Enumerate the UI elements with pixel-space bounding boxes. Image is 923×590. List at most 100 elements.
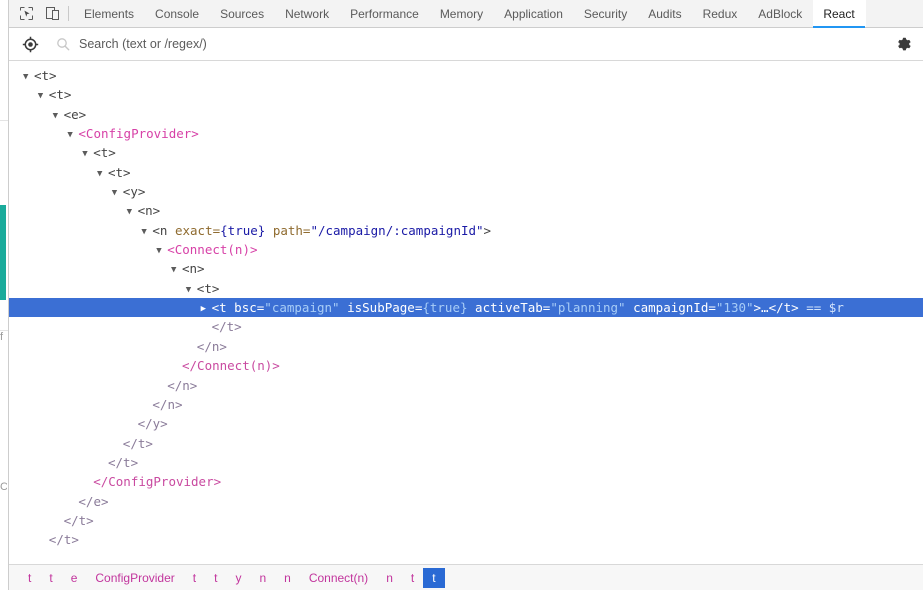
breadcrumb-item[interactable]: ConfigProvider: [86, 568, 183, 588]
tree-node[interactable]: ▼ <n exact={true} path="/campaign/:campai…: [9, 221, 923, 240]
tree-open-tag: <t: [211, 300, 227, 316]
tree-node[interactable]: ▼ <ConfigProvider>: [9, 124, 923, 143]
breadcrumb-item[interactable]: t: [402, 568, 423, 588]
tab-label: Sources: [220, 6, 265, 21]
tree-close-tag: </t>: [63, 512, 94, 528]
attr-name: isSubPage=: [339, 300, 423, 316]
attr-value: {true}: [220, 222, 266, 238]
react-component-tree[interactable]: ▼ <t> ▼ <t> ▼ <e> ▼ <ConfigProvider> ▼ <t> ▼ <t> ▼ <y…: [9, 61, 923, 564]
tab-audits[interactable]: Audits: [638, 0, 692, 27]
toolbar-divider: [68, 6, 69, 21]
tree-node[interactable]: ▼ <n>: [9, 201, 923, 220]
tree-node[interactable]: ▼ <t>: [9, 163, 923, 182]
tab-react[interactable]: React: [813, 0, 866, 28]
breadcrumb-item[interactable]: Connect(n): [300, 568, 377, 588]
breadcrumb: t t e ConfigProvider t t y n n Connect(n) n t t: [9, 564, 923, 590]
tree-open-tag: <t>: [108, 164, 131, 180]
breadcrumb-item[interactable]: t: [184, 568, 205, 588]
tree-open-tag: <t>: [93, 145, 116, 161]
tree-close-tag: </n>: [167, 377, 198, 393]
tree-node[interactable]: ▼</e>: [9, 492, 923, 511]
tab-label: Application: [504, 6, 563, 21]
page-ghost-text: C: [0, 482, 7, 493]
tab-label: Audits: [648, 6, 682, 21]
breadcrumb-item[interactable]: y: [226, 568, 250, 588]
tree-close-tag: </t>: [108, 454, 139, 470]
tree-node[interactable]: ▼</y>: [9, 414, 923, 433]
breadcrumb-item[interactable]: e: [62, 568, 87, 588]
tree-close-component: </Connect(n)>: [182, 358, 280, 374]
tree-open-tag: <t>: [196, 280, 220, 296]
tree-open-tag: <n>: [137, 203, 161, 219]
tree-close-tag: </t>: [48, 532, 79, 548]
tab-adblock[interactable]: AdBlock: [748, 0, 813, 27]
tree-close-tag: </y>: [137, 416, 168, 432]
tree-node[interactable]: ▼ <t>: [9, 279, 923, 298]
breadcrumb-item[interactable]: n: [275, 568, 300, 588]
attr-value: "/campaign/:campaignId": [310, 222, 484, 238]
tree-close-tag: </n>: [152, 396, 183, 412]
breadcrumb-item[interactable]: t: [19, 568, 40, 588]
tree-node[interactable]: ▼ <t>: [9, 85, 923, 104]
tab-application[interactable]: Application: [494, 0, 574, 27]
attr-name: bsc=: [226, 300, 265, 316]
tree-node[interactable]: ▼</Connect(n)>: [9, 356, 923, 375]
attr-value: "campaign": [264, 300, 340, 316]
tree-node[interactable]: ▼</ConfigProvider>: [9, 472, 923, 491]
tree-node[interactable]: ▼ <Connect(n)>: [9, 240, 923, 259]
breadcrumb-item[interactable]: t: [40, 568, 61, 588]
breadcrumb-item[interactable]: n: [250, 568, 275, 588]
tab-console[interactable]: Console: [145, 0, 210, 27]
breadcrumb-item[interactable]: t: [423, 567, 445, 588]
search-toolbar: [9, 28, 923, 61]
tab-label: Elements: [84, 6, 135, 21]
tree-node[interactable]: ▼ <n>: [9, 259, 923, 278]
tab-label: Memory: [439, 6, 484, 21]
tree-open-component: <ConfigProvider>: [78, 126, 199, 142]
tab-network[interactable]: Network: [275, 0, 340, 27]
page-teal-accent-strip: [0, 205, 6, 300]
tree-node[interactable]: ▼</t>: [9, 317, 923, 336]
tab-redux[interactable]: Redux: [693, 0, 749, 27]
tab-label: Performance: [350, 6, 419, 21]
tree-close-tag: </n>: [196, 338, 227, 354]
attr-value: {true}: [422, 300, 468, 316]
gear-icon[interactable]: [891, 33, 917, 55]
tree-open-component: <Connect(n)>: [167, 242, 258, 258]
tree-node[interactable]: ▼ <e>: [9, 105, 923, 124]
console-ref-var: == $r: [798, 300, 844, 316]
attr-value: "planning": [550, 300, 626, 316]
crosshair-target-icon[interactable]: [19, 33, 41, 55]
tree-node[interactable]: ▼</n>: [9, 337, 923, 356]
tree-node[interactable]: ▼</n>: [9, 376, 923, 395]
tab-label: Console: [155, 6, 200, 21]
breadcrumb-item[interactable]: t: [205, 568, 226, 588]
breadcrumb-item[interactable]: n: [377, 568, 402, 588]
tab-performance[interactable]: Performance: [340, 0, 430, 27]
tab-elements[interactable]: Elements: [74, 0, 145, 27]
search-input[interactable]: [75, 33, 887, 55]
tree-node[interactable]: ▼</t>: [9, 530, 923, 549]
tree-node[interactable]: ▼</t>: [9, 453, 923, 472]
tab-label: AdBlock: [758, 6, 803, 21]
tree-open-tag: <t>: [34, 68, 57, 83]
tree-open-tag: <t>: [48, 87, 72, 103]
attr-name: exact=: [167, 222, 221, 238]
tab-label: React: [823, 6, 855, 21]
tab-memory[interactable]: Memory: [430, 0, 494, 27]
tree-node[interactable]: ▼</t>: [9, 511, 923, 530]
tree-node[interactable]: ▼ <t>: [9, 143, 923, 162]
tree-node-selected[interactable]: ▶ <t bsc="campaign" isSubPage={true} acti…: [9, 298, 923, 318]
tree-node[interactable]: ▼ <t>: [9, 66, 923, 85]
tab-label: Redux: [702, 6, 738, 21]
tab-sources[interactable]: Sources: [210, 0, 275, 27]
device-toolbar-icon[interactable]: [39, 0, 65, 27]
tree-tag-end: >: [483, 222, 492, 238]
tree-node[interactable]: ▼ <y>: [9, 182, 923, 201]
tree-node[interactable]: ▼</t>: [9, 434, 923, 453]
attr-name: path=: [265, 222, 311, 238]
tab-security[interactable]: Security: [574, 0, 638, 27]
tree-node[interactable]: ▼</n>: [9, 395, 923, 414]
inspect-element-icon[interactable]: [13, 0, 39, 27]
attr-name: campaignId=: [625, 300, 716, 316]
